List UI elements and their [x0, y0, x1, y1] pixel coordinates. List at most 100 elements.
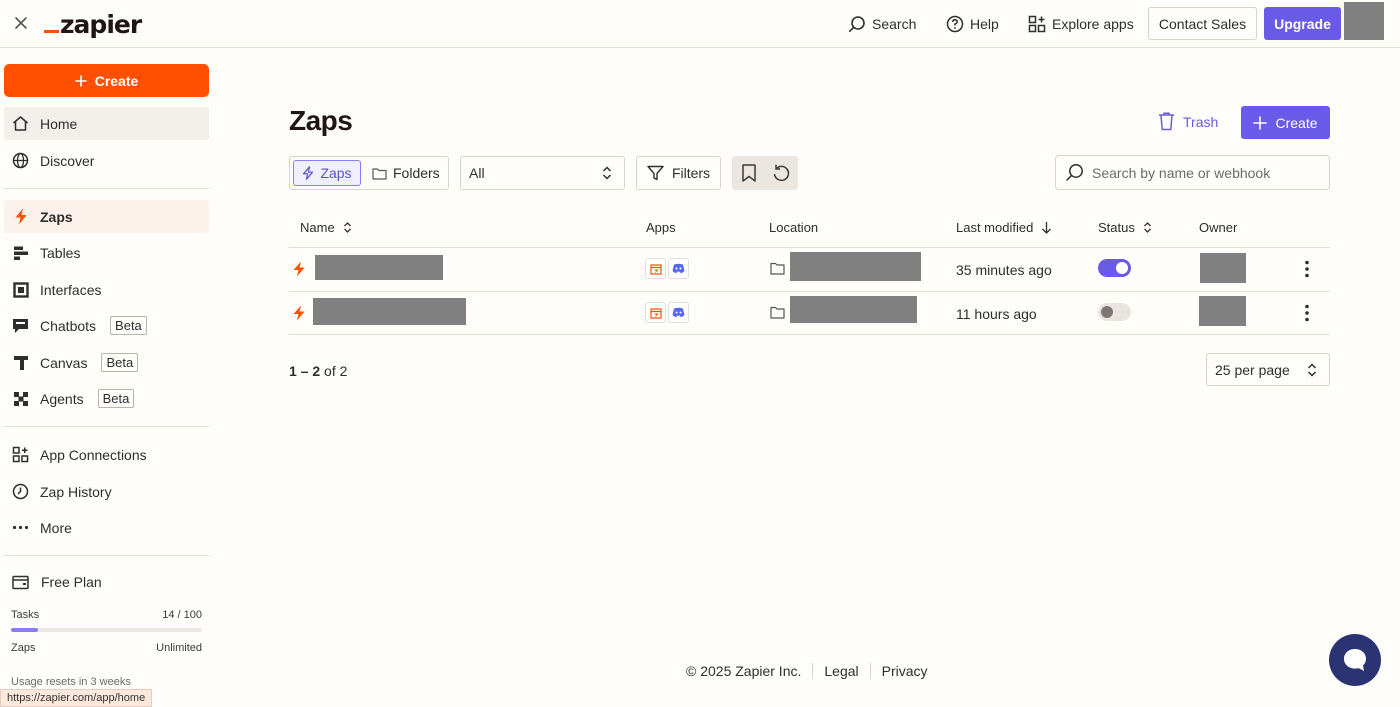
column-header-name[interactable]: Name [300, 220, 352, 235]
chatbot-icon [12, 317, 29, 334]
filters-button[interactable]: Filters [636, 156, 721, 190]
per-page-select[interactable]: 25 per page [1206, 353, 1330, 386]
per-page-value: 25 per page [1215, 361, 1290, 378]
last-modified-value: 35 minutes ago [956, 262, 1052, 278]
bolt-outline-icon [302, 166, 314, 180]
sidebar: Create Home Discover Zaps Tables Interfa… [0, 49, 218, 707]
zap-apps [645, 258, 689, 279]
toggle-knob [1101, 306, 1113, 318]
search-nav-label: Search [872, 16, 917, 32]
upgrade-button[interactable]: Upgrade [1264, 7, 1341, 40]
trash-button[interactable]: Trash [1158, 112, 1218, 131]
zap-status-toggle[interactable] [1098, 303, 1131, 321]
sidebar-item-label: Home [40, 115, 78, 132]
tables-icon [12, 244, 29, 261]
explore-apps-icon [1028, 15, 1046, 33]
zap-search-field[interactable] [1055, 155, 1330, 190]
sidebar-item-canvas[interactable]: Canvas Beta [4, 346, 209, 379]
reset-icon[interactable] [771, 163, 791, 183]
sidebar-item-label: Tables [40, 244, 81, 261]
more-dots-icon [12, 519, 29, 536]
sidebar-item-agents[interactable]: Agents Beta [4, 382, 209, 415]
column-header-label: Name [300, 220, 335, 235]
toggle-folders-label: Folders [393, 165, 440, 181]
chevron-updown-icon [602, 165, 612, 181]
sidebar-item-zaps[interactable]: Zaps [4, 200, 209, 233]
view-toggle: Zaps Folders [289, 156, 449, 190]
toggle-knob [1116, 262, 1128, 274]
help-icon [946, 15, 964, 33]
search-nav-button[interactable]: Search [848, 0, 916, 48]
column-header-label: Owner [1199, 220, 1238, 235]
privacy-link[interactable]: Privacy [882, 663, 928, 679]
bookmark-icon[interactable] [739, 163, 759, 183]
zaps-usage-row: Zaps Unlimited [11, 642, 202, 654]
sidebar-create-button[interactable]: Create [4, 64, 209, 97]
pagination-summary: 1 – 2 of 2 [289, 363, 347, 379]
sidebar-item-more[interactable]: More [4, 511, 209, 544]
zap-name-redacted[interactable] [313, 298, 466, 325]
sidebar-item-label: Chatbots [40, 317, 97, 334]
clock-icon [12, 483, 29, 500]
zap-status-toggle[interactable] [1098, 259, 1131, 277]
sidebar-item-tables[interactable]: Tables [4, 236, 209, 269]
owner-redacted [1200, 253, 1246, 283]
sidebar-item-home[interactable]: Home [4, 107, 209, 140]
column-header-owner: Owner [1199, 220, 1237, 235]
column-header-apps: Apps [646, 220, 676, 235]
sidebar-item-zap-history[interactable]: Zap History [4, 475, 209, 508]
pagination-range: 1 – 2 [289, 363, 321, 379]
status-url-tooltip: https://zapier.com/app/home [0, 689, 153, 707]
home-icon [12, 115, 29, 132]
zaps-value: Unlimited [156, 642, 202, 654]
zaps-label: Zaps [11, 642, 36, 654]
free-plan-link[interactable]: Free Plan [12, 574, 102, 590]
sidebar-item-label: Zaps [40, 208, 73, 225]
column-header-label: Status [1098, 220, 1135, 235]
zap-search-input[interactable] [1092, 164, 1322, 181]
pagination-total: 2 [339, 363, 348, 379]
contact-sales-button[interactable]: Contact Sales [1148, 7, 1257, 40]
sidebar-item-interfaces[interactable]: Interfaces [4, 273, 209, 306]
help-nav-button[interactable]: Help [946, 0, 999, 48]
chat-support-button[interactable] [1329, 634, 1381, 686]
sidebar-item-discover[interactable]: Discover [4, 144, 209, 177]
copyright: © 2025 Zapier Inc. [686, 663, 802, 679]
zap-location-redacted[interactable] [790, 252, 921, 281]
tasks-value: 14 / 100 [162, 609, 202, 621]
legal-link[interactable]: Legal [824, 663, 858, 679]
folder-icon [770, 262, 785, 275]
usage-reset-text: Usage resets in 3 weeks [11, 676, 131, 688]
row-menu-icon[interactable] [1299, 303, 1315, 323]
avatar[interactable] [1344, 2, 1384, 40]
toggle-folders[interactable]: Folders [372, 160, 440, 186]
column-header-label: Location [769, 220, 819, 235]
sidebar-item-label: Discover [40, 152, 95, 169]
sidebar-item-app-connections[interactable]: App Connections [4, 438, 209, 471]
beta-badge: Beta [110, 316, 147, 335]
toggle-zaps[interactable]: Zaps [293, 160, 361, 186]
sidebar-item-chatbots[interactable]: Chatbots Beta [4, 309, 209, 342]
close-icon[interactable] [12, 14, 30, 32]
search-icon [1065, 163, 1084, 182]
row-menu-icon[interactable] [1299, 259, 1315, 279]
plan-title: Free Plan [41, 574, 102, 590]
zap-name-redacted[interactable] [315, 255, 443, 280]
column-header-last-modified[interactable]: Last modified [956, 220, 1052, 235]
sort-icon [1143, 221, 1152, 234]
beta-badge: Beta [97, 389, 135, 408]
tasks-usage-row: Tasks 14 / 100 [11, 609, 202, 621]
column-header-label: Apps [646, 220, 676, 235]
zapier-logo[interactable]: zapier [44, 9, 142, 39]
zap-filter-select[interactable]: All [460, 156, 625, 190]
zap-location-redacted[interactable] [790, 296, 917, 323]
logo-text: zapier [60, 9, 142, 39]
column-header-status[interactable]: Status [1098, 220, 1152, 235]
explore-apps-nav-button[interactable]: Explore apps [1028, 0, 1134, 48]
sidebar-item-label: Interfaces [40, 281, 102, 298]
trash-icon [1158, 112, 1175, 131]
create-zap-button[interactable]: Create [1241, 106, 1330, 139]
sidebar-item-label: Zap History [40, 483, 112, 500]
bolt-icon [292, 261, 306, 277]
discord-app-icon [668, 258, 689, 279]
